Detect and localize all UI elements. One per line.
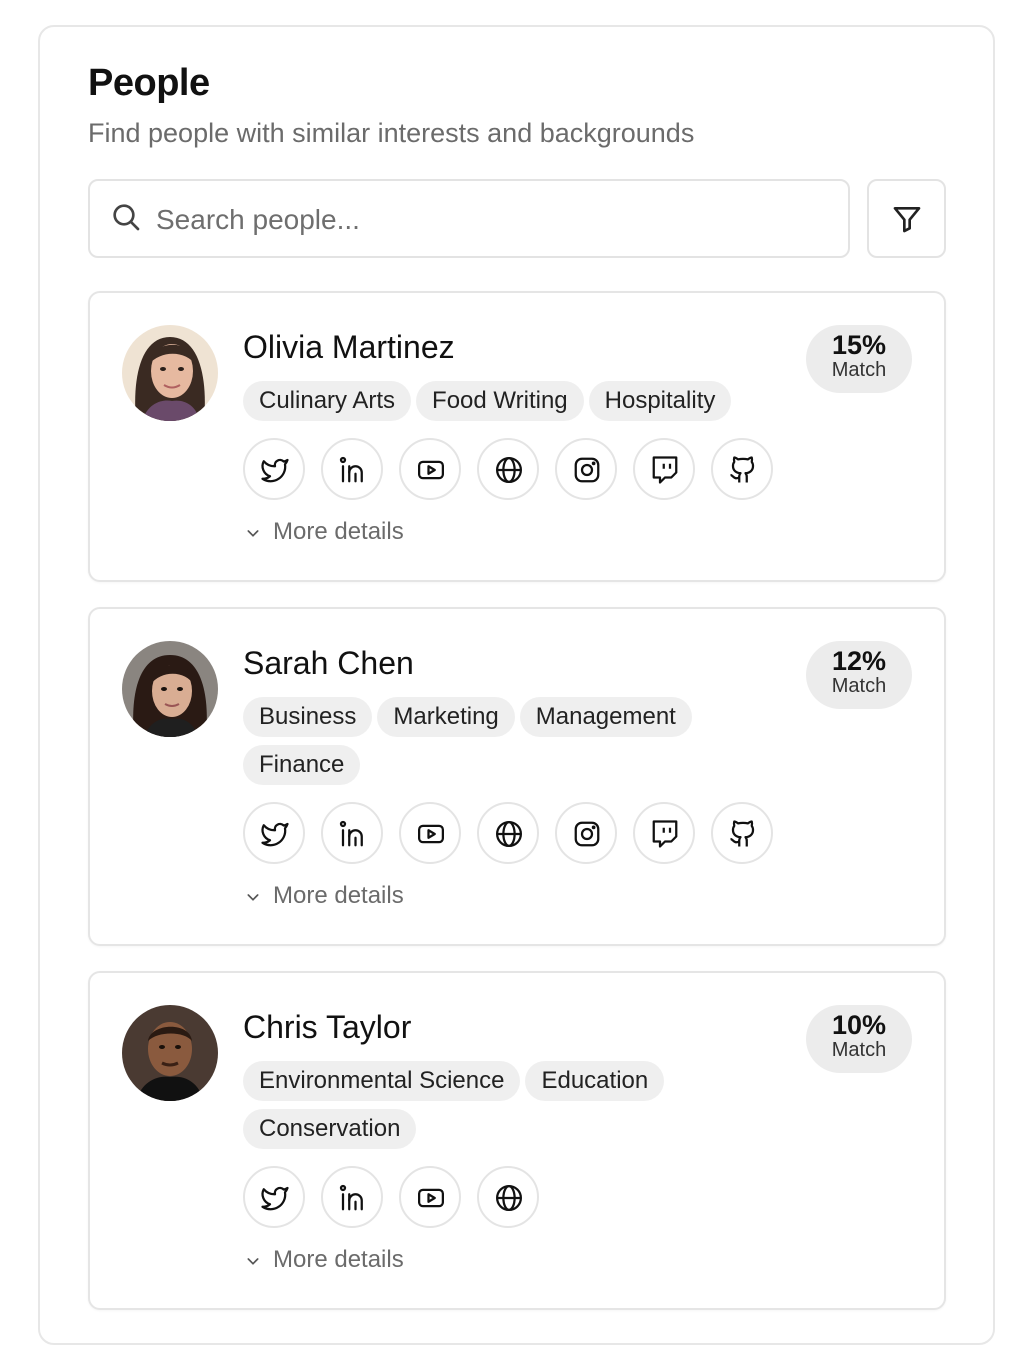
youtube-icon — [418, 1188, 444, 1208]
interest-tag: Environmental Science — [243, 1061, 521, 1101]
twitter-link[interactable] — [243, 1166, 305, 1228]
match-badge: 10% Match — [806, 1005, 912, 1073]
twitter-link[interactable] — [243, 802, 305, 864]
interest-tag: Marketing — [377, 697, 515, 737]
match-label: Match — [831, 675, 887, 697]
github-icon — [730, 820, 755, 847]
linkedin-link[interactable] — [321, 802, 383, 864]
more-details-label: More details — [273, 518, 404, 545]
instagram-link[interactable] — [555, 438, 617, 500]
more-details-toggle[interactable]: More details — [245, 882, 404, 910]
page-title: People — [88, 62, 210, 104]
linkedin-icon — [339, 1184, 363, 1211]
interest-tag: Food Writing — [416, 381, 584, 421]
person-card: Chris Taylor 10% Match Environmental Sci… — [88, 971, 946, 1310]
page-subtitle: Find people with similar interests and b… — [88, 118, 695, 148]
interest-tag: Management — [519, 697, 692, 737]
instagram-link[interactable] — [555, 802, 617, 864]
linkedin-icon — [339, 456, 363, 483]
search-icon — [113, 204, 140, 231]
match-percent: 15% — [831, 330, 887, 360]
twitch-link[interactable] — [633, 438, 695, 500]
avatar — [122, 1005, 218, 1101]
tag-list: Culinary Arts Food Writing Hospitality — [243, 381, 803, 429]
social-links — [243, 802, 789, 864]
more-details-label: More details — [273, 882, 404, 909]
person-name[interactable]: Olivia Martinez — [243, 329, 455, 366]
linkedin-link[interactable] — [321, 1166, 383, 1228]
filter-icon — [893, 206, 920, 232]
globe-icon — [496, 457, 522, 483]
more-details-toggle[interactable]: More details — [245, 1246, 404, 1274]
youtube-link[interactable] — [399, 802, 461, 864]
match-badge: 12% Match — [806, 641, 912, 709]
person-card: Sarah Chen 12% Match Business Marketing Ma… — [88, 607, 946, 946]
twitter-link[interactable] — [243, 438, 305, 500]
interest-tag: Hospitality — [588, 381, 732, 421]
twitter-icon — [261, 1186, 289, 1211]
match-percent: 10% — [831, 1010, 887, 1040]
interest-tag: Finance — [243, 745, 361, 785]
github-link[interactable] — [711, 438, 773, 500]
person-name[interactable]: Sarah Chen — [243, 645, 414, 682]
social-links — [243, 438, 789, 500]
website-link[interactable] — [477, 438, 539, 500]
interest-tag: Culinary Arts — [243, 381, 412, 421]
linkedin-icon — [339, 820, 363, 847]
chevron-down-icon — [247, 1257, 259, 1265]
person-card: Olivia Martinez 15% Match Culinary Arts F… — [88, 291, 946, 582]
match-label: Match — [831, 1039, 887, 1061]
github-icon — [730, 456, 755, 483]
globe-icon — [496, 1185, 522, 1211]
instagram-icon — [574, 457, 600, 483]
globe-icon — [496, 821, 522, 847]
twitch-icon — [652, 456, 678, 484]
chevron-down-icon — [247, 529, 259, 537]
match-label: Match — [831, 359, 887, 381]
filter-button[interactable] — [867, 179, 946, 258]
more-details-label: More details — [273, 1246, 404, 1273]
search-box — [88, 179, 850, 258]
twitter-icon — [261, 458, 289, 483]
match-percent: 12% — [831, 646, 887, 676]
social-links — [243, 1166, 555, 1228]
match-badge: 15% Match — [806, 325, 912, 393]
youtube-link[interactable] — [399, 1166, 461, 1228]
interest-tag: Conservation — [243, 1109, 417, 1149]
interest-tag: Business — [243, 697, 373, 737]
youtube-icon — [418, 824, 444, 844]
chevron-down-icon — [247, 893, 259, 901]
avatar — [122, 325, 218, 421]
twitch-link[interactable] — [633, 802, 695, 864]
interest-tag: Education — [525, 1061, 665, 1101]
search-input[interactable] — [154, 195, 818, 245]
more-details-toggle[interactable]: More details — [245, 518, 404, 546]
website-link[interactable] — [477, 1166, 539, 1228]
linkedin-link[interactable] — [321, 438, 383, 500]
avatar — [122, 641, 218, 737]
tag-list: Business Marketing Management Finance — [243, 697, 803, 793]
twitch-icon — [652, 820, 678, 848]
tag-list: Environmental Science Education Conservati… — [243, 1061, 803, 1157]
youtube-link[interactable] — [399, 438, 461, 500]
person-name[interactable]: Chris Taylor — [243, 1009, 411, 1046]
twitter-icon — [261, 822, 289, 847]
youtube-icon — [418, 460, 444, 480]
website-link[interactable] — [477, 802, 539, 864]
instagram-icon — [574, 821, 600, 847]
github-link[interactable] — [711, 802, 773, 864]
